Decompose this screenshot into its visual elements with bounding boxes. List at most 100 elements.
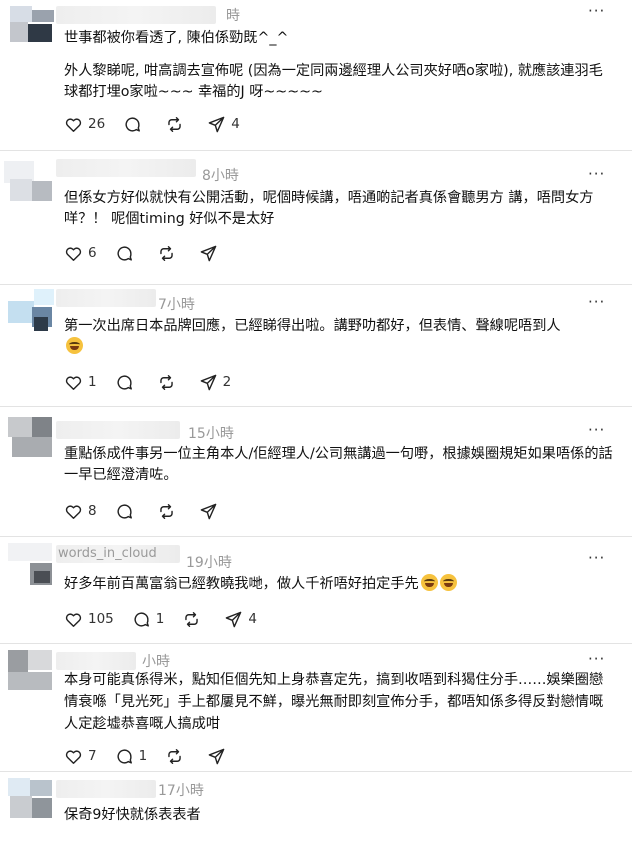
timestamp: 小時 <box>142 654 170 670</box>
like-button[interactable]: 6 <box>64 244 97 263</box>
like-button[interactable]: 26 <box>64 115 105 134</box>
like-count: 6 <box>88 245 97 261</box>
send-icon <box>208 748 225 764</box>
reply-paragraph: 但係女方好似就快有公開活動，呢個時候講，唔通啲記者真係會聽男方 講，唔問女方咩？… <box>64 190 594 227</box>
reply-paragraph: 世事都被你看透了, 陳伯係勁既^_^ <box>64 30 289 46</box>
reply-text: 保奇9好快就係表表者 <box>64 805 614 826</box>
username-blurred[interactable] <box>56 421 180 439</box>
send-icon <box>200 503 216 519</box>
like-button[interactable]: 8 <box>64 502 97 521</box>
username-blurred[interactable] <box>56 159 196 177</box>
share-button[interactable] <box>207 747 231 766</box>
repost-button[interactable] <box>165 115 189 134</box>
like-count: 105 <box>88 611 114 627</box>
like-button[interactable]: 105 <box>64 610 114 629</box>
like-button[interactable]: 1 <box>64 373 97 392</box>
repost-icon <box>159 374 173 390</box>
reply-text: 世事都被你看透了, 陳伯係勁既^_^ 外人黎睇呢, 咁高調去宣佈呢 (因為一定同… <box>64 28 614 103</box>
share-button[interactable]: 4 <box>224 610 257 629</box>
comment-bubble-icon <box>125 116 141 132</box>
comment-button[interactable]: 1 <box>115 747 148 766</box>
share-count: 4 <box>231 116 240 132</box>
comment-button[interactable] <box>123 115 147 134</box>
reply-post: 7小時 ··· 第一次出席日本品牌回應，已經睇得出啦。講野叻都好，但表情、聲線呢… <box>0 285 632 406</box>
send-icon <box>200 245 216 261</box>
avatar[interactable] <box>4 543 54 589</box>
reply-feed: 時 ··· 世事都被你看透了, 陳伯係勁既^_^ 外人黎睇呢, 咁高調去宣佈呢 … <box>0 0 632 841</box>
avatar[interactable] <box>4 650 54 696</box>
send-icon <box>226 611 242 627</box>
more-options-button[interactable]: ··· <box>588 165 605 183</box>
heart-icon <box>65 117 82 132</box>
username-blurred[interactable] <box>56 652 136 670</box>
username-blurred[interactable] <box>56 289 156 307</box>
repost-button[interactable] <box>182 610 206 629</box>
action-bar: 105 1 4 <box>64 608 275 630</box>
repost-button[interactable] <box>157 373 181 392</box>
more-options-button[interactable]: ··· <box>588 293 605 311</box>
timestamp: 時 <box>226 8 240 24</box>
reply-text-line: 好多年前百萬富翁已經教曉我哋，做人千祈唔好拍定手先 <box>64 576 419 592</box>
repost-button[interactable] <box>157 502 181 521</box>
heart-icon <box>65 246 82 261</box>
reply-text: 第一次出席日本品牌回應，已經睇得出啦。講野叻都好，但表情、聲線呢唔到人 <box>64 316 614 358</box>
heart-icon <box>65 504 82 519</box>
more-options-button[interactable]: ··· <box>588 549 605 567</box>
heart-icon <box>65 749 82 764</box>
username-blurred[interactable] <box>56 780 156 798</box>
reply-paragraph: 重點係成件事另一位主角本人/佢經理人/公司無講過一句嘢，根據娛圈規矩如果唔係的話… <box>64 446 613 483</box>
share-button[interactable] <box>199 502 223 521</box>
comment-bubble-icon <box>117 374 132 390</box>
avatar[interactable] <box>4 778 54 824</box>
reply-post: 8小時 ··· 但係女方好似就快有公開活動，呢個時候講，唔通啲記者真係會聽男方 … <box>0 151 632 284</box>
share-button[interactable]: 2 <box>199 373 231 392</box>
more-options-button[interactable]: ··· <box>588 2 605 20</box>
avatar[interactable] <box>4 417 54 463</box>
more-options-button[interactable]: ··· <box>588 421 605 439</box>
repost-button[interactable] <box>165 747 189 766</box>
share-button[interactable] <box>199 244 223 263</box>
action-bar: 1 2 <box>64 371 249 393</box>
timestamp: 15小時 <box>188 426 234 442</box>
like-count: 8 <box>88 503 97 519</box>
username-blurred[interactable]: words_in_cloud <box>56 545 180 563</box>
comment-bubble-icon <box>117 503 132 519</box>
like-count: 7 <box>88 748 97 764</box>
share-count: 4 <box>248 611 257 627</box>
repost-icon <box>185 611 199 627</box>
comment-button[interactable] <box>115 373 139 392</box>
comment-count: 1 <box>138 748 148 764</box>
like-button[interactable]: 7 <box>64 747 97 766</box>
grinning-face-emoji-icon <box>439 574 457 591</box>
reply-text: 但係女方好似就快有公開活動，呢個時候講，唔通啲記者真係會聽男方 講，唔問女方咩？… <box>64 188 614 230</box>
timestamp: 17小時 <box>158 783 204 799</box>
comment-button[interactable]: 1 <box>132 610 165 629</box>
username-blurred[interactable] <box>56 6 216 24</box>
send-icon <box>200 374 216 390</box>
repost-icon <box>168 116 181 132</box>
share-button[interactable]: 4 <box>207 115 240 134</box>
reply-text: 好多年前百萬富翁已經教曉我哋，做人千祈唔好拍定手先 <box>64 574 614 595</box>
comment-button[interactable] <box>115 244 139 263</box>
avatar[interactable] <box>4 161 54 207</box>
reply-post: 15小時 ··· 重點係成件事另一位主角本人/佢經理人/公司無講過一句嘢，根據娛… <box>0 407 632 536</box>
reply-post: 小時 ··· 本身可能真係得米，點知佢個先知上身恭喜定先，搞到收唔到科猲住分手…… <box>0 644 632 771</box>
timestamp: 7小時 <box>158 297 195 313</box>
action-bar: 26 4 <box>64 113 258 135</box>
reply-text: 重點係成件事另一位主角本人/佢經理人/公司無講過一句嘢，根據娛圈規矩如果唔係的話… <box>64 444 614 486</box>
comment-button[interactable] <box>115 502 139 521</box>
reply-paragraph: 保奇9好快就係表表者 <box>64 807 201 823</box>
timestamp: 19小時 <box>186 555 232 571</box>
laughing-face-emoji-icon <box>66 337 83 354</box>
like-count: 1 <box>88 374 97 390</box>
avatar[interactable] <box>4 289 54 335</box>
reply-paragraph: 好多年前百萬富翁已經教曉我哋，做人千祈唔好拍定手先 <box>64 574 614 595</box>
more-options-button[interactable]: ··· <box>588 650 605 668</box>
comment-count: 1 <box>155 611 165 627</box>
repost-icon <box>168 748 181 764</box>
reply-paragraph: 外人黎睇呢, 咁高調去宣佈呢 (因為一定同兩邊經理人公司夾好哂o家啦), 就應該… <box>64 63 603 100</box>
grinning-face-emoji-icon <box>420 574 438 591</box>
repost-button[interactable] <box>157 244 181 263</box>
action-bar: 7 1 <box>64 745 249 767</box>
avatar[interactable] <box>4 6 54 52</box>
